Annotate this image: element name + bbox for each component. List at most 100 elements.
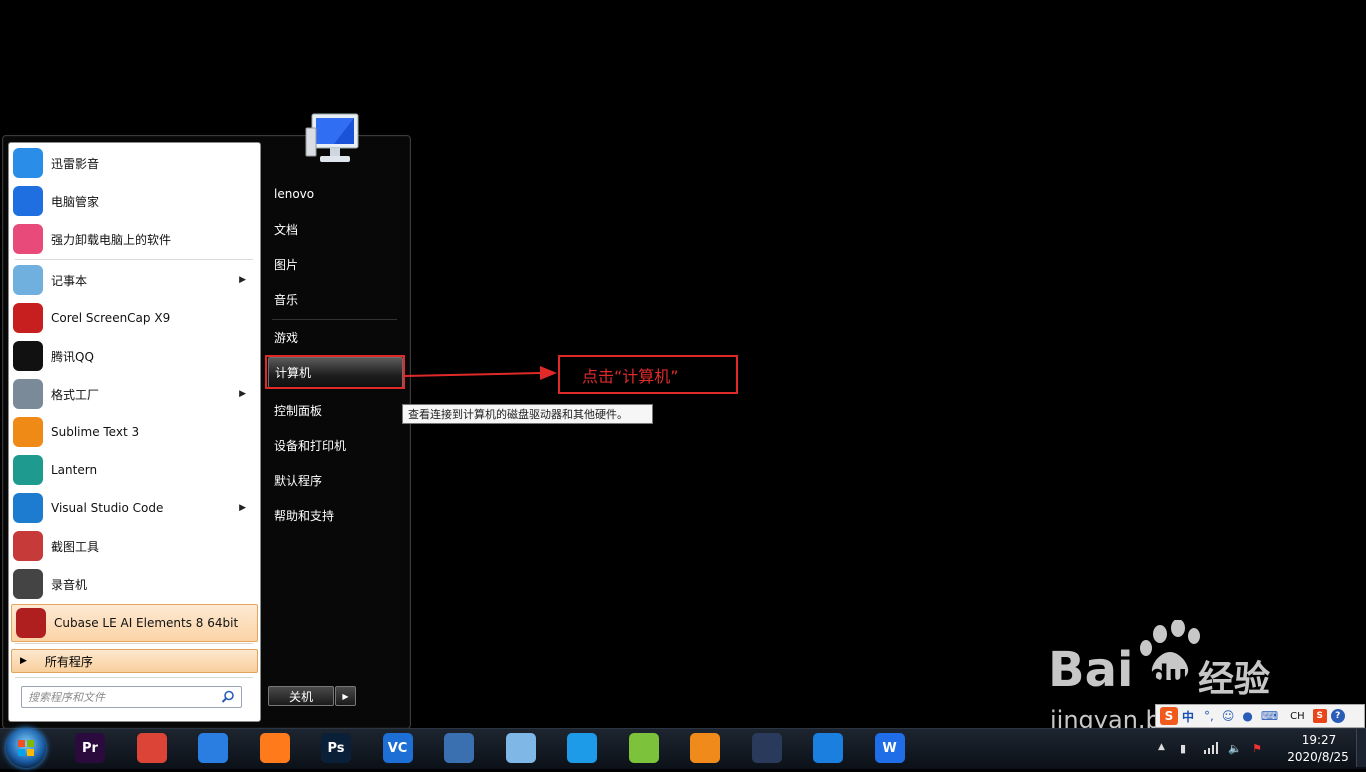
highlight-box <box>265 355 405 389</box>
blender-icon[interactable] <box>690 733 720 763</box>
app-icon-text: Pr <box>82 740 98 756</box>
submenu-arrow-icon[interactable]: ▶ <box>239 503 246 513</box>
program-item[interactable]: Corel ScreenCap X9 <box>9 300 256 336</box>
program-label: 截图工具 <box>51 539 100 554</box>
sound-recorder-mic-icon <box>13 569 43 599</box>
program-label: 记事本 <box>51 273 88 288</box>
search-input[interactable] <box>22 687 220 707</box>
network-search-icon[interactable] <box>505 733 536 763</box>
show-hidden-icons-arrow-icon[interactable]: ▲ <box>1158 742 1172 756</box>
cube-3d-icon[interactable] <box>628 733 659 763</box>
show-desktop-button[interactable] <box>1356 729 1366 767</box>
program-item[interactable]: Lantern <box>9 452 256 488</box>
vscode-icon <box>13 493 43 523</box>
devices-printers-item[interactable]: 设备和打印机 <box>268 430 404 460</box>
qq-penguin-icon <box>13 341 43 371</box>
right-separator <box>272 319 397 320</box>
program-item[interactable]: 强力卸载电脑上的软件 <box>9 221 256 257</box>
triangle-right-icon: ▶ <box>342 691 349 701</box>
program-item[interactable]: 截图工具 <box>9 528 256 564</box>
wps-icon[interactable]: W <box>874 733 905 763</box>
keyboard-icon[interactable]: ⌨ <box>1261 709 1278 723</box>
microphone-icon[interactable]: ● <box>1242 709 1252 723</box>
program-item[interactable]: 电脑管家 <box>9 183 256 219</box>
clock-time[interactable]: 19:27 <box>1294 733 1344 747</box>
submenu-arrow-icon[interactable]: ▶ <box>239 275 246 285</box>
action-center-flag-icon[interactable]: ⚑ <box>1252 742 1266 756</box>
search-separator <box>15 677 253 678</box>
program-label: 格式工厂 <box>51 387 100 402</box>
volume-icon[interactable]: 🔈 <box>1228 742 1242 756</box>
music-item[interactable]: 音乐 <box>268 284 404 314</box>
sogou-mini-icon[interactable]: S <box>1312 709 1327 723</box>
submenu-arrow-icon[interactable]: ▶ <box>239 389 246 399</box>
tooltip: 查看连接到计算机的磁盘驱动器和其他硬件。 <box>402 404 653 424</box>
network-signal-icon[interactable] <box>1204 742 1218 756</box>
vc-icon[interactable]: VC <box>382 733 413 763</box>
default-programs-item[interactable]: 默认程序 <box>268 465 404 495</box>
program-item[interactable]: 格式工厂 ▶ <box>9 376 256 412</box>
pinned-separator <box>15 259 253 260</box>
all-programs-separator <box>15 643 253 644</box>
program-label: 腾讯QQ <box>51 349 94 364</box>
shutdown-options-button[interactable]: ▶ <box>335 686 356 706</box>
emoji-icon[interactable]: ☺ <box>1222 709 1235 723</box>
app-icon-text: Ps <box>327 740 345 756</box>
start-button[interactable] <box>6 728 46 768</box>
control-panel-item[interactable]: 控制面板 <box>268 395 404 425</box>
shutdown-label: 关机 <box>288 689 313 704</box>
grid-app-icon[interactable] <box>813 733 843 763</box>
ime-lang[interactable]: CH <box>1290 711 1305 722</box>
search-icon[interactable] <box>221 689 235 708</box>
cubase-icon <box>16 608 46 638</box>
help-support-label: 帮助和支持 <box>274 508 335 523</box>
usb-device-icon[interactable]: ▮ <box>1180 742 1194 756</box>
program-item[interactable]: Sublime Text 3 <box>9 414 256 450</box>
sogou-icon[interactable] <box>198 733 228 763</box>
chrome-icon[interactable] <box>136 733 167 763</box>
program-label: Corel ScreenCap X9 <box>51 311 171 325</box>
ime-mode[interactable]: 中 <box>1182 708 1194 725</box>
app-icon-text: W <box>882 740 897 756</box>
default-programs-label: 默认程序 <box>274 473 323 488</box>
music-label: 音乐 <box>274 292 299 307</box>
watermark-brand: Bai <box>1048 642 1134 698</box>
program-item[interactable]: Cubase LE AI Elements 8 64bit <box>11 604 258 642</box>
all-programs-button[interactable]: ▶ 所有程序 <box>11 649 258 673</box>
program-item[interactable]: 腾讯QQ <box>9 338 256 374</box>
program-item[interactable]: 录音机 <box>9 566 256 602</box>
program-label: Lantern <box>51 463 98 477</box>
punctuation-icon[interactable]: °, <box>1204 709 1214 723</box>
firefox-icon[interactable] <box>259 733 290 763</box>
user-folder-item[interactable]: lenovo <box>268 179 404 209</box>
network-tool-icon[interactable] <box>444 733 474 763</box>
photoshop-icon[interactable]: Ps <box>321 733 351 763</box>
corel-screencap-icon <box>13 303 43 333</box>
program-item[interactable]: 迅雷影音 <box>9 145 256 181</box>
ime-toolbar: S 中 °, ☺ ● ⌨ CH S ? <box>1155 704 1365 728</box>
program-item[interactable]: Visual Studio Code ▶ <box>9 490 256 526</box>
program-item[interactable]: 记事本 ▶ <box>9 262 256 298</box>
cinema4d-icon[interactable] <box>751 733 782 763</box>
program-label: 录音机 <box>51 577 88 592</box>
premiere-pro-icon[interactable]: Pr <box>75 733 105 763</box>
help-support-item[interactable]: 帮助和支持 <box>268 500 404 530</box>
sogou-s-icon[interactable]: S <box>1160 707 1178 725</box>
pictures-item[interactable]: 图片 <box>268 249 404 279</box>
pictures-label: 图片 <box>274 257 299 272</box>
help-icon[interactable]: ? <box>1330 709 1345 723</box>
games-item[interactable]: 游戏 <box>268 322 404 352</box>
shutdown-button[interactable]: 关机 <box>268 686 334 706</box>
program-label: Sublime Text 3 <box>51 425 140 439</box>
games-label: 游戏 <box>274 330 299 345</box>
file-blue-icon[interactable] <box>567 733 597 763</box>
program-label: 迅雷影音 <box>51 156 100 171</box>
search-box <box>21 686 242 708</box>
documents-item[interactable]: 文档 <box>268 214 404 244</box>
annotation-label: 点击“计算机” <box>558 355 738 394</box>
app-icon-text: VC <box>387 740 408 756</box>
sublime-text-icon <box>13 417 43 447</box>
watermark-cn: 经验 <box>1198 659 1271 700</box>
lantern-icon <box>13 455 43 485</box>
clock-date[interactable]: 2020/8/25 <box>1280 750 1356 764</box>
